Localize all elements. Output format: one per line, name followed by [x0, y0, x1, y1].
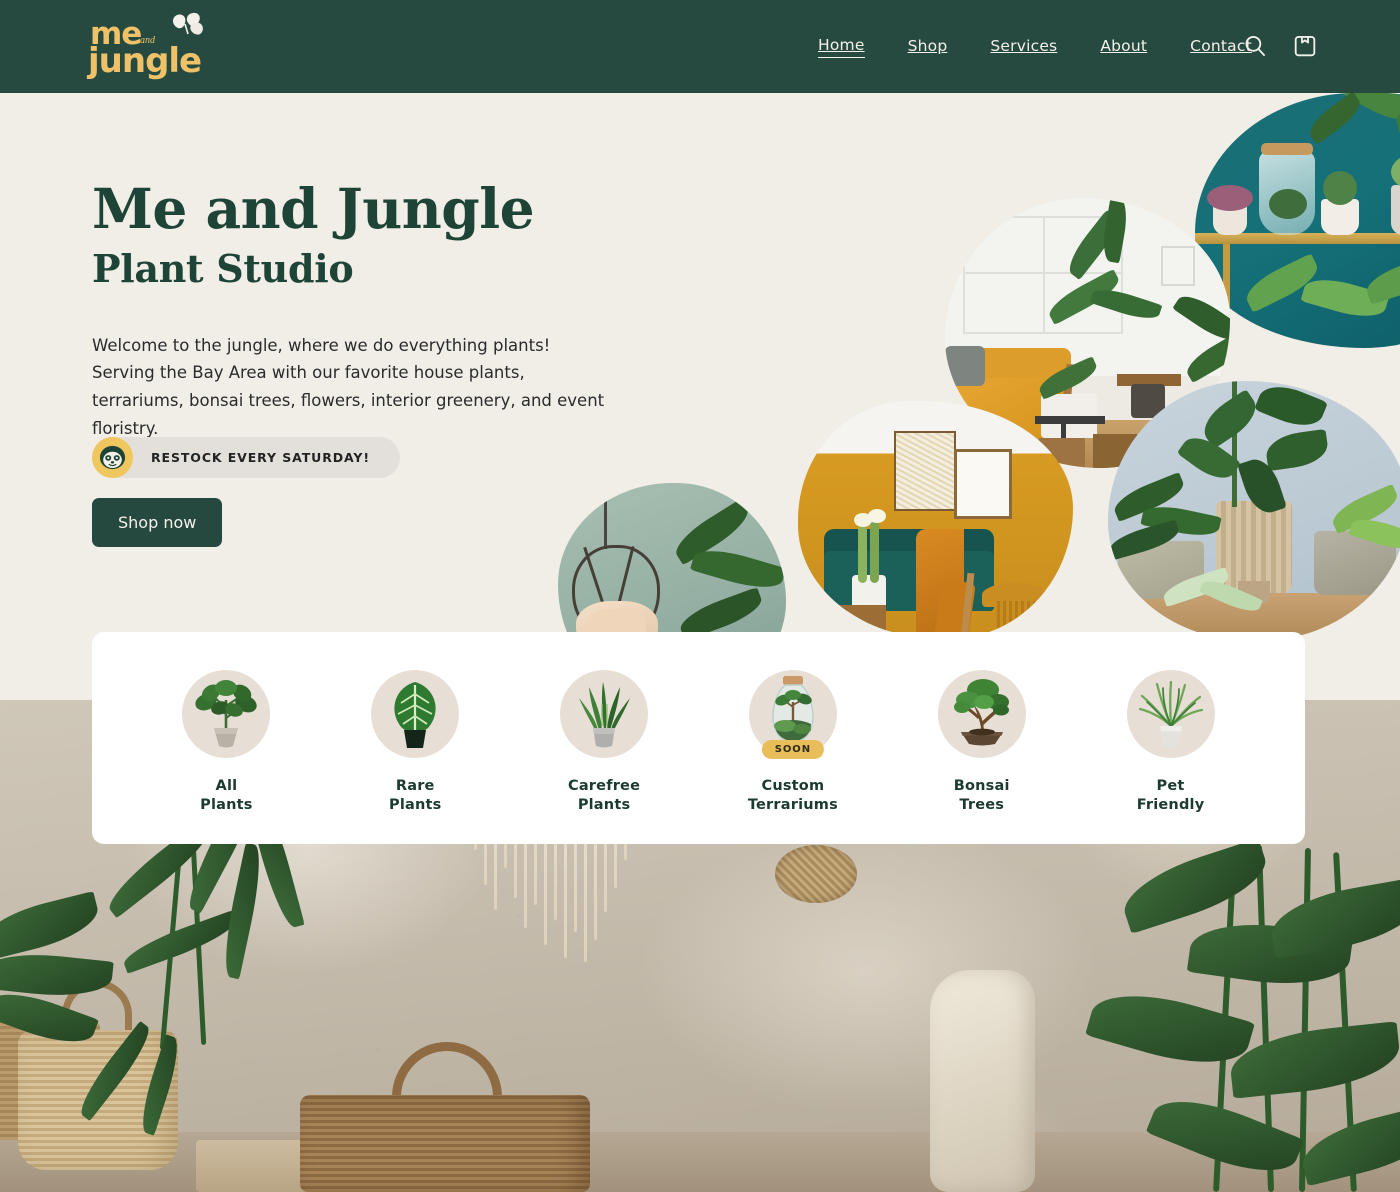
- hero-description: Welcome to the jungle, where we do every…: [92, 335, 605, 438]
- label-line-1: Rare: [395, 778, 435, 794]
- hero-text-block: Me and Jungle Plant Studio Welcome to th…: [92, 180, 652, 442]
- category-rare-plants[interactable]: Rare Plants: [340, 670, 490, 815]
- anthurium-leaf-icon: [371, 670, 460, 758]
- logo-text-jungle: jungle: [88, 41, 202, 81]
- restock-label: RESTOCK EVERY SATURDAY!: [151, 450, 370, 465]
- category-all-plants[interactable]: All Plants: [151, 670, 301, 815]
- spider-plant-icon: [1126, 670, 1215, 758]
- main-navigation: Home Shop Services About Contact: [818, 33, 1252, 58]
- label-line-2: Plants: [200, 797, 253, 814]
- label-line-1: All: [215, 778, 238, 794]
- site-header: me and jungle Home Shop Services About C…: [0, 0, 1400, 93]
- nav-item-home[interactable]: Home: [818, 33, 865, 58]
- site-logo[interactable]: me and jungle: [88, 8, 213, 86]
- header-icon-group: [1242, 33, 1318, 59]
- label-line-2: Terrariums: [747, 797, 838, 814]
- terrarium-jar-icon: SOON: [748, 670, 837, 759]
- label-line-2: Plants: [389, 797, 442, 814]
- category-label: Pet Friendly: [1137, 777, 1205, 815]
- wicker-storage-basket: [300, 1095, 590, 1192]
- category-label: Rare Plants: [389, 777, 441, 815]
- category-carefree-plants[interactable]: Carefree Plants: [529, 670, 679, 815]
- nav-item-about[interactable]: About: [1100, 34, 1147, 58]
- hero-image-collage: [540, 93, 1400, 703]
- wicker-wall-disc-icon: [775, 845, 857, 903]
- label-line-2: Trees: [959, 797, 1005, 814]
- status-badge-soon: SOON: [761, 740, 824, 759]
- collage-photo-pothos-pots: [1108, 381, 1400, 641]
- page-subtitle: Plant Studio: [92, 245, 354, 291]
- category-label: Bonsai Trees: [954, 777, 1010, 815]
- snake-plant-icon: [560, 670, 649, 758]
- label-line-2: Friendly: [1136, 797, 1205, 814]
- sloth-icon: [92, 437, 133, 478]
- category-label: Carefree Plants: [568, 777, 640, 815]
- category-bonsai-trees[interactable]: Bonsai Trees: [907, 670, 1057, 815]
- label-line-1: Carefree: [567, 778, 641, 794]
- search-icon[interactable]: [1242, 33, 1268, 59]
- bonsai-tree-icon: [937, 670, 1026, 758]
- restock-badge: RESTOCK EVERY SATURDAY!: [92, 437, 400, 478]
- label-line-1: Bonsai: [953, 778, 1010, 794]
- label-line-1: Custom: [761, 778, 825, 794]
- page-title: Me and Jungle: [92, 176, 535, 241]
- shopping-bag-icon[interactable]: [1292, 33, 1318, 59]
- collage-photo-mustard-green-sofa: [798, 401, 1073, 639]
- monstera-plant-icon: [182, 670, 271, 758]
- knit-throw-blanket: [930, 970, 1035, 1192]
- category-pet-friendly[interactable]: Pet Friendly: [1096, 670, 1246, 815]
- category-label: Custom Terrariums: [748, 777, 838, 815]
- label-line-1: Pet: [1156, 778, 1185, 794]
- category-label: All Plants: [200, 777, 252, 815]
- leaves-icon: [172, 12, 203, 35]
- nav-item-shop[interactable]: Shop: [908, 34, 948, 58]
- nav-item-services[interactable]: Services: [990, 34, 1057, 58]
- category-shortcut-card: All Plants Rare Plants Carefree Plants S…: [92, 632, 1305, 844]
- label-line-2: Plants: [577, 797, 631, 814]
- shop-now-button[interactable]: Shop now: [92, 498, 223, 547]
- homepage: me and jungle Home Shop Services About C…: [0, 0, 1400, 1192]
- category-custom-terrariums[interactable]: SOON Custom Terrariums: [718, 670, 868, 815]
